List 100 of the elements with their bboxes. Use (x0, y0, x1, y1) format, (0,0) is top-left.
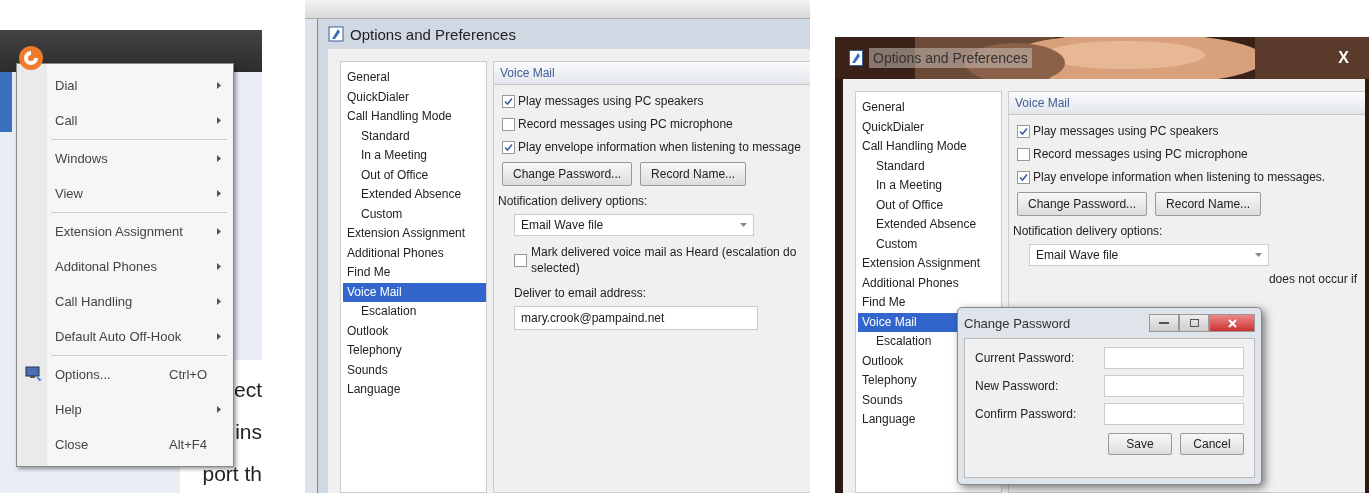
monitor-icon (25, 366, 43, 382)
menu-item[interactable]: View (17, 176, 233, 211)
menu-item[interactable]: Call (17, 103, 233, 138)
dropdown-arrow-icon (1255, 253, 1262, 257)
document-text: ins (235, 420, 262, 444)
email-field[interactable]: mary.crook@pampaind.net (514, 306, 758, 330)
dialog-button[interactable]: Record Name... (640, 162, 747, 186)
window-title: Options and Preferences (350, 25, 516, 43)
submenu-arrow-icon (217, 333, 221, 340)
sidebar-item[interactable]: Additional Phones (858, 273, 1001, 293)
sidebar-item[interactable]: Additional Phones (343, 243, 486, 263)
sidebar-item[interactable]: Outlook (343, 321, 486, 341)
checkbox-label: Play messages using PC speakers (518, 94, 704, 108)
sidebar-item[interactable]: Voice Mail (343, 282, 486, 302)
sidebar-item[interactable]: QuickDialer (343, 87, 486, 107)
checkbox[interactable] (502, 94, 515, 108)
sidebar-item[interactable]: Out of Office (858, 195, 1001, 215)
dropdown-arrow-icon (740, 223, 747, 227)
checkbox-label: Play envelope information when listening to message (518, 140, 801, 154)
section-header: Voice Mail (1009, 92, 1365, 115)
section-header: Voice Mail (494, 62, 810, 85)
delivery-dropdown[interactable]: Email Wave file (1029, 244, 1269, 266)
submenu-arrow-icon (217, 298, 221, 305)
sidebar-item[interactable]: Call Handling Mode (343, 107, 486, 127)
sidebar-item[interactable]: Extension Assignment (343, 224, 486, 244)
sidebar-item[interactable]: Find Me (343, 263, 486, 283)
notification-label: Notification delivery options: (498, 194, 649, 208)
sidebar-item[interactable]: Extension Assignment (858, 254, 1001, 274)
sidebar-item[interactable]: Extended Absence (343, 185, 486, 205)
menu-item[interactable]: Dial (17, 68, 233, 103)
sidebar-item[interactable]: Custom (858, 234, 1001, 254)
sidebar-item[interactable]: General (858, 98, 1001, 118)
submenu-arrow-icon (217, 117, 221, 124)
checkbox[interactable] (502, 117, 515, 131)
sidebar-item[interactable]: Standard (343, 126, 486, 146)
checkbox[interactable] (1017, 147, 1030, 161)
sidebar-item[interactable]: Out of Office (343, 165, 486, 185)
menu-item[interactable]: Additonal Phones (17, 249, 233, 284)
menu-item[interactable]: Windows (17, 141, 233, 176)
submenu-arrow-icon (217, 406, 221, 413)
sidebar-item[interactable]: Extended Absence (858, 215, 1001, 235)
field-label: New Password: (975, 379, 1059, 393)
close-button[interactable]: X (1332, 48, 1355, 68)
email-label: Deliver to email address: (514, 286, 648, 300)
dialog-button[interactable]: Cancel (1180, 433, 1244, 455)
field-label: Confirm Password: (975, 407, 1077, 421)
password-field[interactable] (1104, 347, 1244, 369)
checkbox[interactable] (502, 140, 515, 154)
delivery-dropdown[interactable]: Email Wave file (514, 214, 754, 236)
minimize-button[interactable] (1149, 314, 1179, 332)
checkbox[interactable] (1017, 170, 1030, 184)
app-panel (0, 72, 12, 132)
window-icon (849, 50, 863, 66)
submenu-arrow-icon (217, 155, 221, 162)
checkbox-label: Record messages using PC microphone (518, 117, 733, 131)
dialog-button[interactable]: Save (1108, 433, 1172, 455)
menu-item[interactable]: Default Auto Off-Hook (17, 319, 233, 354)
submenu-arrow-icon (217, 190, 221, 197)
password-field[interactable] (1104, 375, 1244, 397)
menu-item[interactable]: Call Handling (17, 284, 233, 319)
dialog-button[interactable]: Change Password... (502, 162, 633, 186)
window-icon (328, 26, 344, 42)
document-text: ect (234, 378, 262, 402)
submenu-arrow-icon (217, 263, 221, 270)
notification-label: Notification delivery options: (1013, 224, 1164, 238)
close-icon (1227, 318, 1237, 328)
document-text: port th (202, 462, 262, 486)
sidebar-item[interactable]: Call Handling Mode (858, 137, 1001, 157)
maximize-button[interactable] (1179, 314, 1209, 332)
password-field[interactable] (1104, 403, 1244, 425)
submenu-arrow-icon (217, 228, 221, 235)
checkbox[interactable] (514, 253, 527, 267)
checkbox-label: Record messages using PC microphone (1033, 147, 1248, 161)
minimize-icon (1159, 321, 1169, 325)
checkbox-label: Mark delivered voice mail as Heard (escalation do selected) (531, 244, 797, 276)
window-title: Options and Preferences (869, 48, 1032, 68)
sidebar-item[interactable]: In a Meeting (858, 176, 1001, 196)
menu-item[interactable]: Help (17, 392, 233, 427)
sidebar-item[interactable]: General (343, 68, 486, 88)
sidebar-item[interactable]: QuickDialer (858, 117, 1001, 137)
menu-item[interactable]: Close Alt+F4 (17, 427, 233, 462)
sidebar-item[interactable]: Custom (343, 204, 486, 224)
dialog-button[interactable]: Record Name... (1155, 192, 1262, 216)
sidebar-item[interactable]: Find Me (858, 293, 1001, 313)
sidebar-item[interactable]: Sounds (343, 360, 486, 380)
sidebar-item[interactable]: Telephony (343, 341, 486, 361)
checkbox[interactable] (1017, 124, 1030, 138)
menu-item[interactable]: Extension Assignment (17, 214, 233, 249)
field-label: Current Password: (975, 351, 1075, 365)
close-button[interactable] (1209, 314, 1255, 332)
checkbox-label: Play messages using PC speakers (1033, 124, 1219, 138)
sidebar-item[interactable]: Language (343, 380, 486, 400)
dialog-button[interactable]: Change Password... (1017, 192, 1148, 216)
sidebar-item[interactable]: Escalation (343, 302, 486, 322)
menu-item[interactable]: Options... Ctrl+O (17, 357, 233, 392)
checkbox-label: does not occur if (1267, 272, 1357, 286)
sidebar-item[interactable]: In a Meeting (343, 146, 486, 166)
submenu-arrow-icon (217, 82, 221, 89)
checkbox-label: Play envelope information when listening to messages. (1033, 170, 1326, 184)
sidebar-item[interactable]: Standard (858, 156, 1001, 176)
